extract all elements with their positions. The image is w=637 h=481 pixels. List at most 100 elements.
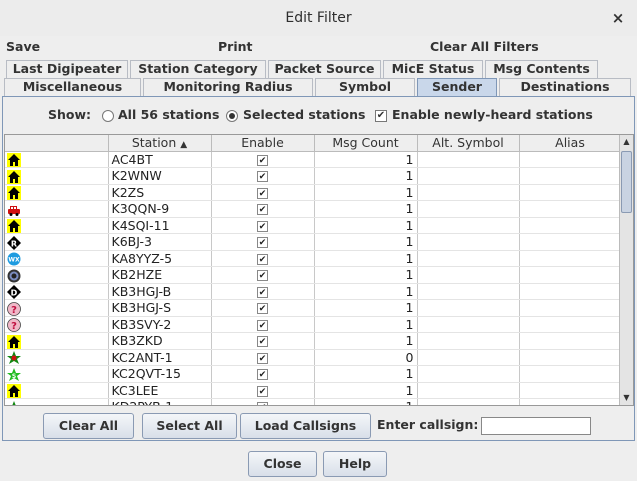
tab-msg-contents[interactable]: Msg Contents [485, 60, 598, 78]
tab-sender[interactable]: Sender [417, 78, 497, 96]
tab-monitoring-radius[interactable]: Monitoring Radius [143, 78, 313, 96]
table-row[interactable]: KC3LEE ✔ 1 [5, 382, 622, 399]
station-alias[interactable] [519, 167, 622, 185]
table-row[interactable]: ? KB3HGJ-S ✔ 1 [5, 299, 622, 317]
table-row[interactable]: ? KB3SVY-2 ✔ 1 [5, 316, 622, 333]
station-alias[interactable] [519, 316, 622, 333]
station-enable-checkbox[interactable]: ✔ [257, 336, 268, 348]
menu-print[interactable]: Print [218, 39, 253, 54]
tab-symbol[interactable]: Symbol [315, 78, 415, 96]
station-enable-checkbox[interactable]: ✔ [257, 286, 268, 298]
select-all-button[interactable]: Select All [142, 413, 237, 439]
scroll-down-icon[interactable]: ▼ [620, 391, 633, 405]
station-enable-checkbox[interactable]: ✔ [257, 237, 268, 249]
station-alias[interactable] [519, 217, 622, 234]
menu-save[interactable]: Save [6, 39, 40, 54]
tab-station-category[interactable]: Station Category [130, 60, 266, 78]
col-symbol[interactable] [5, 135, 109, 152]
station-enable-checkbox[interactable]: ✔ [257, 187, 268, 199]
station-alt-symbol[interactable] [417, 184, 520, 201]
station-alias[interactable] [519, 266, 622, 284]
close-icon[interactable]: × [607, 7, 629, 29]
table-row[interactable]: S KC2QVT-15 ✔ 1 [5, 365, 622, 383]
clear-all-button[interactable]: Clear All [43, 413, 134, 439]
station-alias[interactable] [519, 233, 622, 251]
station-alias[interactable] [519, 200, 622, 218]
table-row[interactable]: KC2ANT-1 ✔ 0 [5, 349, 622, 366]
table-row[interactable]: R K6BJ-3 ✔ 1 [5, 233, 622, 251]
selected-stations-label[interactable]: Selected stations [243, 107, 365, 122]
table-row[interactable]: KB3ZKD ✔ 1 [5, 332, 622, 350]
callsign-input[interactable] [481, 417, 591, 435]
station-alias[interactable] [519, 299, 622, 317]
scroll-up-icon[interactable]: ▲ [620, 135, 633, 149]
station-alt-symbol[interactable] [417, 283, 520, 300]
station-enable-checkbox[interactable]: ✔ [257, 253, 268, 265]
station-alt-symbol[interactable] [417, 382, 520, 399]
tab-last-digipeater[interactable]: Last Digipeater [6, 60, 128, 78]
table-row[interactable]: K4SQI-11 ✔ 1 [5, 217, 622, 234]
help-button[interactable]: Help [323, 451, 387, 477]
station-enable-checkbox[interactable]: ✔ [257, 171, 268, 183]
table-row[interactable]: K2WNW ✔ 1 [5, 167, 622, 185]
scroll-thumb[interactable] [621, 151, 632, 213]
station-enable-checkbox[interactable]: ✔ [257, 319, 268, 331]
station-alt-symbol[interactable] [417, 233, 520, 251]
station-alias[interactable] [519, 151, 622, 168]
radio-all-stations[interactable] [102, 110, 114, 122]
tab-packet-source[interactable]: Packet Source [268, 60, 381, 78]
enable-newly-heard-checkbox[interactable]: ✔ [375, 110, 387, 122]
station-alt-symbol[interactable] [417, 167, 520, 185]
col-alias[interactable]: Alias [519, 135, 622, 152]
col-station[interactable]: Station ▲ [108, 135, 212, 152]
table-row[interactable]: D KB3HGJ-B ✔ 1 [5, 283, 622, 300]
vertical-scrollbar[interactable]: ▲ ▼ [619, 135, 633, 405]
station-enable-checkbox[interactable]: ✔ [257, 220, 268, 232]
station-alt-symbol[interactable] [417, 299, 520, 317]
col-alt-symbol[interactable]: Alt. Symbol [417, 135, 520, 152]
station-alias[interactable] [519, 283, 622, 300]
station-enable-checkbox[interactable]: ✔ [257, 369, 268, 381]
table-row[interactable]: K3QQN-9 ✔ 1 [5, 200, 622, 218]
station-alias[interactable] [519, 332, 622, 350]
station-alt-symbol[interactable] [417, 250, 520, 267]
tab-miscellaneous[interactable]: Miscellaneous [4, 78, 141, 96]
table-row[interactable]: KB2HZE ✔ 1 [5, 266, 622, 284]
station-enable-checkbox[interactable]: ✔ [257, 204, 268, 216]
menu-clear-all-filters[interactable]: Clear All Filters [430, 39, 539, 54]
enable-newly-heard-label[interactable]: Enable newly-heard stations [392, 107, 593, 122]
col-enable[interactable]: Enable [211, 135, 315, 152]
col-msg-count[interactable]: Msg Count [314, 135, 418, 152]
station-alias[interactable] [519, 382, 622, 399]
table-row[interactable]: KD2PYB-1 ✔ 1 [5, 398, 622, 405]
station-alt-symbol[interactable] [417, 151, 520, 168]
load-callsigns-button[interactable]: Load Callsigns [240, 413, 371, 439]
station-enable-checkbox[interactable]: ✔ [257, 352, 268, 364]
all-stations-label[interactable]: All 56 stations [118, 107, 219, 122]
station-alt-symbol[interactable] [417, 266, 520, 284]
tab-mice-status[interactable]: MicE Status [383, 60, 483, 78]
station-alt-symbol[interactable] [417, 398, 520, 405]
station-alt-symbol[interactable] [417, 200, 520, 218]
table-row[interactable]: K2ZS ✔ 1 [5, 184, 622, 201]
station-enable-checkbox[interactable]: ✔ [257, 303, 268, 315]
station-alias[interactable] [519, 365, 622, 383]
station-alt-symbol[interactable] [417, 316, 520, 333]
station-alias[interactable] [519, 250, 622, 267]
station-alias[interactable] [519, 184, 622, 201]
table-row[interactable]: AC4BT ✔ 1 [5, 151, 622, 168]
table-row[interactable]: WX KA8YYZ-5 ✔ 1 [5, 250, 622, 267]
station-alt-symbol[interactable] [417, 332, 520, 350]
station-enable-checkbox[interactable]: ✔ [257, 270, 268, 282]
station-alt-symbol[interactable] [417, 365, 520, 383]
station-enable-checkbox[interactable]: ✔ [257, 154, 268, 166]
close-button[interactable]: Close [248, 451, 317, 477]
tab-destinations[interactable]: Destinations [499, 78, 631, 96]
station-enable-checkbox[interactable]: ✔ [257, 402, 268, 405]
station-enable-checkbox[interactable]: ✔ [257, 385, 268, 397]
station-alt-symbol[interactable] [417, 217, 520, 234]
station-alt-symbol[interactable] [417, 349, 520, 366]
station-alias[interactable] [519, 398, 622, 405]
radio-selected-stations[interactable] [226, 110, 238, 122]
station-alias[interactable] [519, 349, 622, 366]
